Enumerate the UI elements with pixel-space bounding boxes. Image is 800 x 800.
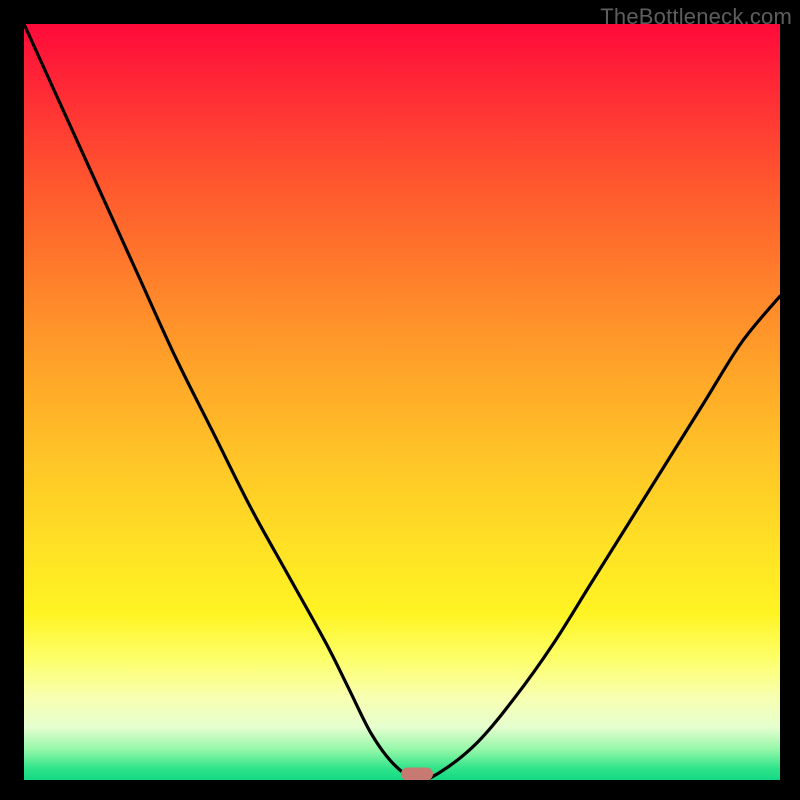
bottleneck-curve — [24, 24, 780, 780]
chart-frame: TheBottleneck.com — [0, 0, 800, 800]
watermark-text: TheBottleneck.com — [600, 4, 792, 30]
plot-area — [24, 24, 780, 780]
minimum-marker — [401, 768, 433, 781]
